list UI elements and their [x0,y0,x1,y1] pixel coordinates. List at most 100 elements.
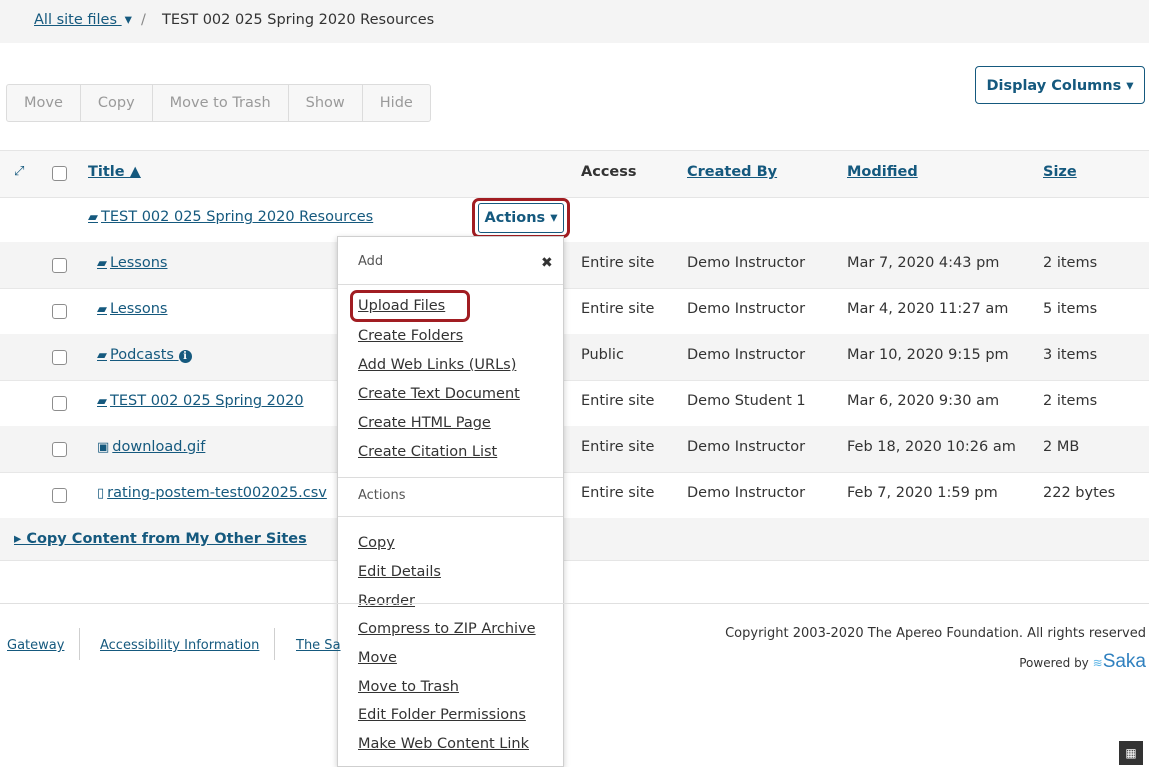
expand-icon[interactable]: ⤢ [14,164,24,179]
table-row: ▰ TEST 002 025 Spring 2020 Entire site De… [0,380,1149,427]
menu-edit-details[interactable]: Edit Details [358,564,441,580]
copy-button[interactable]: Copy [81,85,153,121]
menu-divider [338,516,563,517]
footer-separator [79,628,80,660]
row-checkbox[interactable] [52,488,67,503]
folder-icon: ▰ [97,394,107,409]
move-to-trash-button[interactable]: Move to Trash [153,85,289,121]
row-created-by: Demo Student 1 [687,393,806,409]
row-modified: Feb 7, 2020 1:59 pm [847,485,998,501]
row-checkbox[interactable] [52,258,67,273]
menu-make-web-content-link[interactable]: Make Web Content Link [358,736,529,752]
table-row: ▰ Podcasts i Public Demo Instructor Mar 1… [0,334,1149,381]
row-size: 5 items [1043,301,1098,317]
powered-by: Powered by ≋Saka [1019,651,1146,673]
row-checkbox[interactable] [52,396,67,411]
close-icon[interactable]: ✖ [541,255,553,271]
row-checkbox[interactable] [52,304,67,319]
footer-divider [0,603,1149,604]
hide-button[interactable]: Hide [363,85,430,121]
row-title-link[interactable]: ▣ download.gif [97,439,205,455]
table-row: ▰ Lessons Entire site Demo Instructor Mar… [0,288,1149,335]
row-checkbox[interactable] [52,350,67,365]
menu-compress-zip[interactable]: Compress to ZIP Archive [358,621,536,637]
menu-create-text-document[interactable]: Create Text Document [358,386,520,402]
table-row: ▣ download.gif Entire site Demo Instructo… [0,426,1149,473]
row-size: 222 bytes [1043,485,1116,501]
show-button[interactable]: Show [289,85,363,121]
breadcrumb-all-site-files[interactable]: All site files ▾ [34,12,132,28]
row-size: 2 MB [1043,439,1080,455]
menu-move[interactable]: Move [358,650,397,666]
image-file-icon: ▣ [97,440,110,455]
row-title-link[interactable]: ▰ TEST 002 025 Spring 2020 [97,393,304,409]
folder-open-icon: ▰ [88,210,98,225]
footer-link-gateway[interactable]: Gateway [7,638,64,653]
created-by-column-header[interactable]: Created By [687,164,777,180]
row-created-by: Demo Instructor [687,439,806,455]
modified-column-header[interactable]: Modified [847,164,918,180]
size-column-header[interactable]: Size [1043,164,1077,180]
menu-edit-folder-permissions[interactable]: Edit Folder Permissions [358,707,526,723]
menu-copy[interactable]: Copy [358,535,395,551]
row-title-link[interactable]: ▰ Podcasts i [97,347,192,363]
breadcrumb-current: TEST 002 025 Spring 2020 Resources [162,12,435,28]
folder-icon: ▰ [97,348,107,363]
menu-add-web-links[interactable]: Add Web Links (URLs) [358,357,516,373]
row-checkbox[interactable] [52,442,67,457]
row-title-link[interactable]: ▯ rating-postem-test002025.csv [97,485,327,501]
parent-folder-link[interactable]: ▰ TEST 002 025 Spring 2020 Resources [88,209,373,225]
move-button[interactable]: Move [7,85,81,121]
actions-highlight [472,198,570,238]
copy-content-label[interactable]: ▸ Copy Content from My Other Sites [14,531,307,547]
menu-create-html-page[interactable]: Create HTML Page [358,415,491,431]
powered-by-label: Powered by [1019,656,1089,670]
sakai-logo-icon: ≋ [1092,656,1103,670]
row-modified: Mar 6, 2020 9:30 am [847,393,1000,409]
menu-reorder[interactable]: Reorder [358,593,415,609]
row-access: Public [581,347,624,363]
table-row: ▰ Lessons Entire site Demo Instructor Mar… [0,242,1149,289]
select-all-checkbox[interactable] [52,166,67,181]
row-size: 2 items [1043,255,1098,271]
row-access: Entire site [581,439,655,455]
menu-move-to-trash[interactable]: Move to Trash [358,679,459,695]
upload-files-highlight [350,290,470,322]
table-header: Title ▲ Access Created By Modified Size [0,150,1149,198]
widget-icon[interactable]: ▦ [1119,741,1143,765]
row-created-by: Demo Instructor [687,485,806,501]
copyright-text: Copyright 2003-2020 The Apereo Foundatio… [725,626,1146,641]
parent-folder-row: ▰ TEST 002 025 Spring 2020 Resources [0,196,1149,242]
footer-separator [274,628,275,660]
footer-link-accessibility[interactable]: Accessibility Information [100,638,259,653]
row-modified: Mar 10, 2020 9:15 pm [847,347,1009,363]
menu-divider [338,477,563,478]
menu-add-header: Add [358,254,384,269]
menu-create-folders[interactable]: Create Folders [358,328,463,344]
info-icon[interactable]: i [178,350,192,363]
footer-link-the-sakai[interactable]: The Sa [296,638,341,653]
row-title-link[interactable]: ▰ Lessons [97,301,167,317]
menu-divider [338,284,563,285]
row-modified: Mar 7, 2020 4:43 pm [847,255,1000,271]
file-icon: ▯ [97,486,105,501]
menu-actions-header: Actions [358,488,406,503]
sakai-logo[interactable]: Saka [1103,651,1146,672]
title-column-header[interactable]: Title ▲ [88,164,141,180]
breadcrumb-root-label: All site files [34,12,118,28]
copy-content-toggle[interactable]: ▸ Copy Content from My Other Sites [0,518,1149,561]
chevron-down-icon: ▾ [124,12,132,28]
row-title-link[interactable]: ▰ Lessons [97,255,167,271]
row-modified: Feb 18, 2020 10:26 am [847,439,1016,455]
menu-create-citation-list[interactable]: Create Citation List [358,444,497,460]
row-modified: Mar 4, 2020 11:27 am [847,301,1009,317]
folder-icon: ▰ [97,256,107,271]
action-toolbar: Move Copy Move to Trash Show Hide [6,84,431,122]
row-access: Entire site [581,393,655,409]
row-created-by: Demo Instructor [687,347,806,363]
row-size: 2 items [1043,393,1098,409]
row-access: Entire site [581,485,655,501]
row-created-by: Demo Instructor [687,255,806,271]
access-column-header: Access [581,164,637,180]
display-columns-button[interactable]: Display Columns ▾ [975,66,1145,104]
